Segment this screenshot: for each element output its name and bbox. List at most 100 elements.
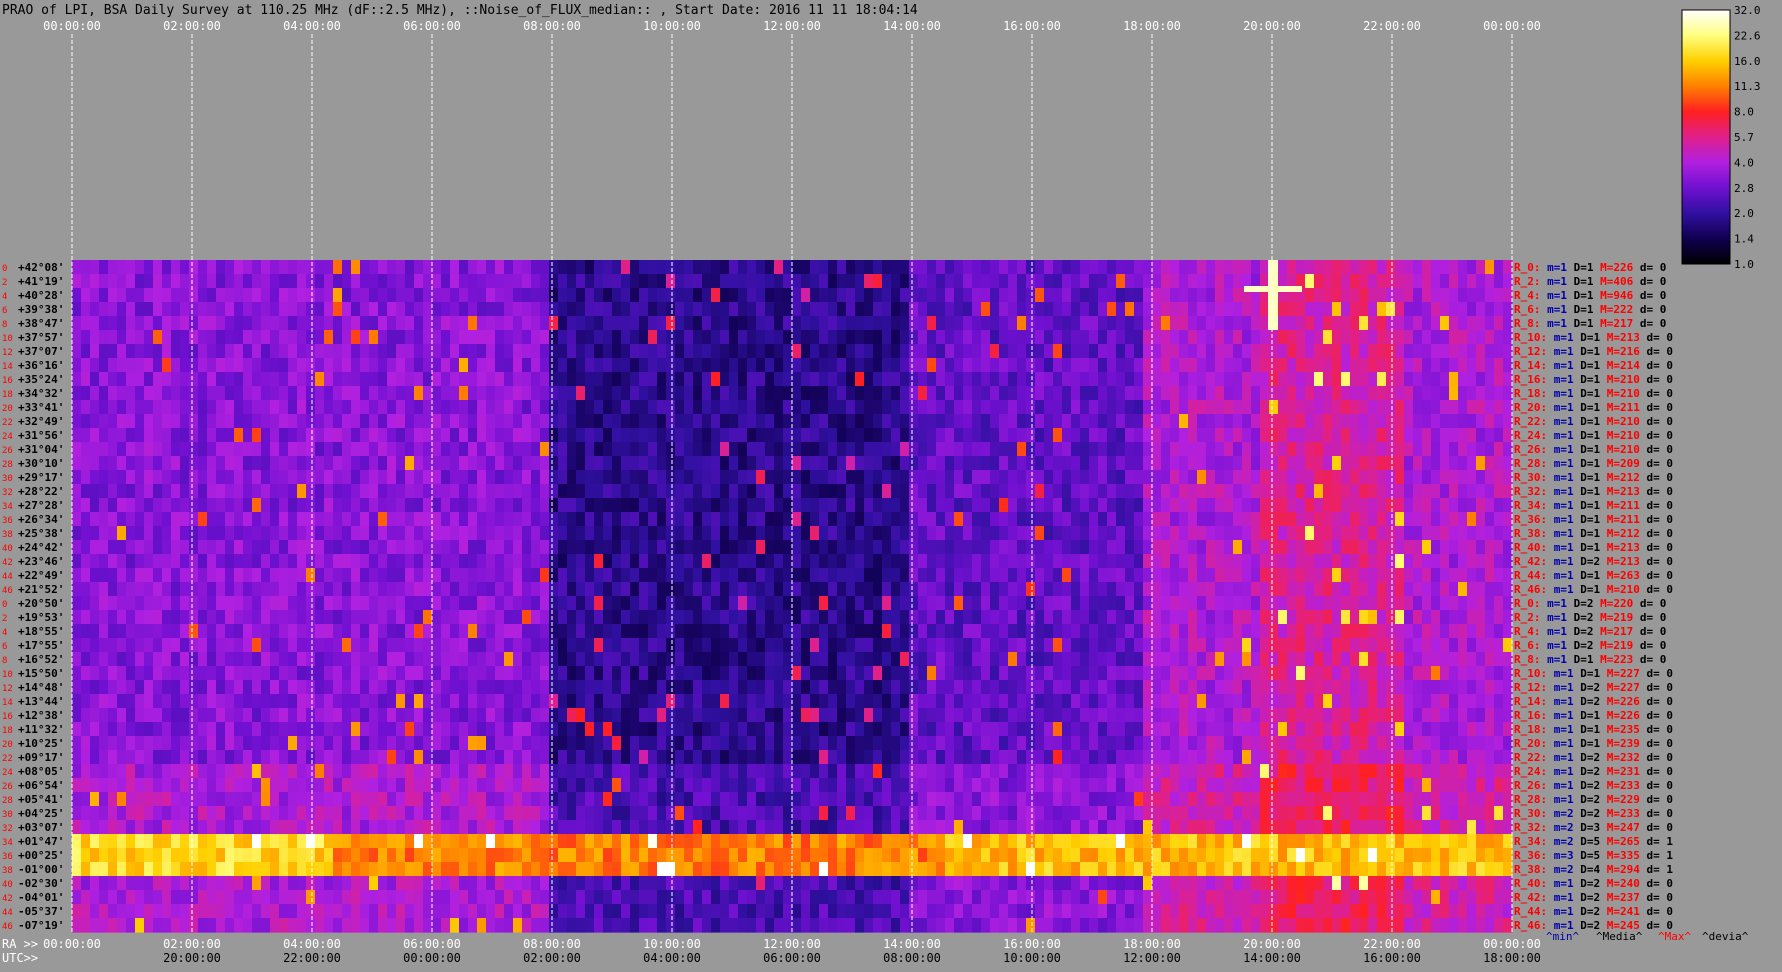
heatmap-cell — [1026, 540, 1036, 555]
heatmap-cell — [468, 386, 478, 401]
heatmap-cell — [144, 498, 154, 513]
heatmap-cell — [1071, 260, 1081, 275]
heatmap-cell — [999, 456, 1009, 471]
heatmap-cell — [117, 568, 127, 583]
heatmap-cell — [1395, 540, 1405, 555]
heatmap-cell — [81, 568, 91, 583]
heatmap-cell — [468, 400, 478, 415]
heatmap-cell — [612, 288, 622, 303]
heatmap-cell — [414, 498, 424, 513]
heatmap-cell — [1260, 610, 1270, 625]
heatmap-cell — [1134, 512, 1144, 527]
heatmap-cell — [711, 372, 721, 387]
heatmap-cell — [153, 680, 163, 695]
heatmap-cell — [1494, 638, 1504, 653]
heatmap-cell — [1332, 484, 1342, 499]
heatmap-cell — [1188, 554, 1198, 569]
heatmap-cell — [792, 386, 802, 401]
heatmap-cell — [684, 400, 694, 415]
heatmap-cell — [1224, 596, 1234, 611]
heatmap-cell — [306, 330, 316, 345]
heatmap-cell — [774, 540, 784, 555]
heatmap-cell — [801, 526, 811, 541]
heatmap-cell — [783, 386, 793, 401]
heatmap-cell — [1377, 358, 1387, 373]
heatmap-cell — [270, 414, 280, 429]
heatmap-cell — [324, 498, 334, 513]
heatmap-cell — [387, 624, 397, 639]
heatmap-cell — [891, 610, 901, 625]
heatmap-cell — [1368, 484, 1378, 499]
heatmap-cell — [1188, 344, 1198, 359]
heatmap-cell — [765, 652, 775, 667]
heatmap-cell — [594, 568, 604, 583]
heatmap-cell — [1071, 414, 1081, 429]
heatmap-cell — [639, 456, 649, 471]
heatmap-cell — [900, 288, 910, 303]
heatmap-cell — [1233, 680, 1243, 695]
heatmap-cell — [432, 652, 442, 667]
heatmap-cell — [594, 456, 604, 471]
heatmap-cell — [756, 526, 766, 541]
heatmap-cell — [99, 358, 109, 373]
heatmap-cell — [144, 554, 154, 569]
heatmap-cell — [1449, 526, 1459, 541]
heatmap-cell — [1017, 484, 1027, 499]
heatmap-cell — [1116, 274, 1126, 289]
heatmap-cell — [549, 274, 559, 289]
heatmap-cell — [1341, 260, 1351, 275]
heatmap-cell — [522, 470, 532, 485]
heatmap-cell — [1341, 428, 1351, 443]
heatmap-cell — [999, 428, 1009, 443]
heatmap-cell — [1053, 414, 1063, 429]
heatmap-cell — [792, 596, 802, 611]
heatmap-cell — [1251, 330, 1261, 345]
heatmap-cell — [1341, 442, 1351, 457]
heatmap-cell — [1017, 652, 1027, 667]
heatmap-cell — [1485, 316, 1495, 331]
heatmap-cell — [225, 638, 235, 653]
heatmap-cell — [1206, 666, 1216, 681]
heatmap-cell — [1386, 526, 1396, 541]
heatmap-cell — [342, 680, 352, 695]
heatmap-cell — [936, 414, 946, 429]
heatmap-cell — [801, 484, 811, 499]
heatmap-cell — [1485, 358, 1495, 373]
heatmap-cell — [369, 372, 379, 387]
heatmap-cell — [864, 512, 874, 527]
heatmap-cell — [999, 274, 1009, 289]
heatmap-cell — [81, 386, 91, 401]
heatmap-cell — [441, 484, 451, 499]
heatmap-cell — [198, 456, 208, 471]
heatmap-cell — [171, 400, 181, 415]
heatmap-cell — [351, 470, 361, 485]
heatmap-cell — [1107, 582, 1117, 597]
heatmap-cell — [1035, 372, 1045, 387]
heatmap-cell — [1008, 428, 1018, 443]
heatmap-cell — [738, 512, 748, 527]
heatmap-cell — [1215, 344, 1225, 359]
heatmap-cell — [1080, 582, 1090, 597]
heatmap-cell — [1296, 428, 1306, 443]
heatmap-cell — [333, 428, 343, 443]
heatmap-cell — [468, 512, 478, 527]
heatmap-cell — [1368, 512, 1378, 527]
heatmap-cell — [675, 442, 685, 457]
heatmap-cell — [1494, 610, 1504, 625]
heatmap-cell — [279, 568, 289, 583]
heatmap-cell — [720, 428, 730, 443]
heatmap-cell — [1494, 526, 1504, 541]
heatmap-cell — [198, 302, 208, 317]
heatmap-cell — [1395, 428, 1405, 443]
heatmap-cell — [711, 428, 721, 443]
heatmap-cell — [1008, 386, 1018, 401]
heatmap-cell — [396, 470, 406, 485]
heatmap-cell — [738, 638, 748, 653]
heatmap-cell — [684, 428, 694, 443]
heatmap-cell — [882, 568, 892, 583]
heatmap-cell — [1323, 638, 1333, 653]
heatmap-cell — [360, 484, 370, 499]
heatmap-cell — [1287, 260, 1297, 275]
heatmap-cell — [666, 414, 676, 429]
heatmap-cell — [207, 526, 217, 541]
